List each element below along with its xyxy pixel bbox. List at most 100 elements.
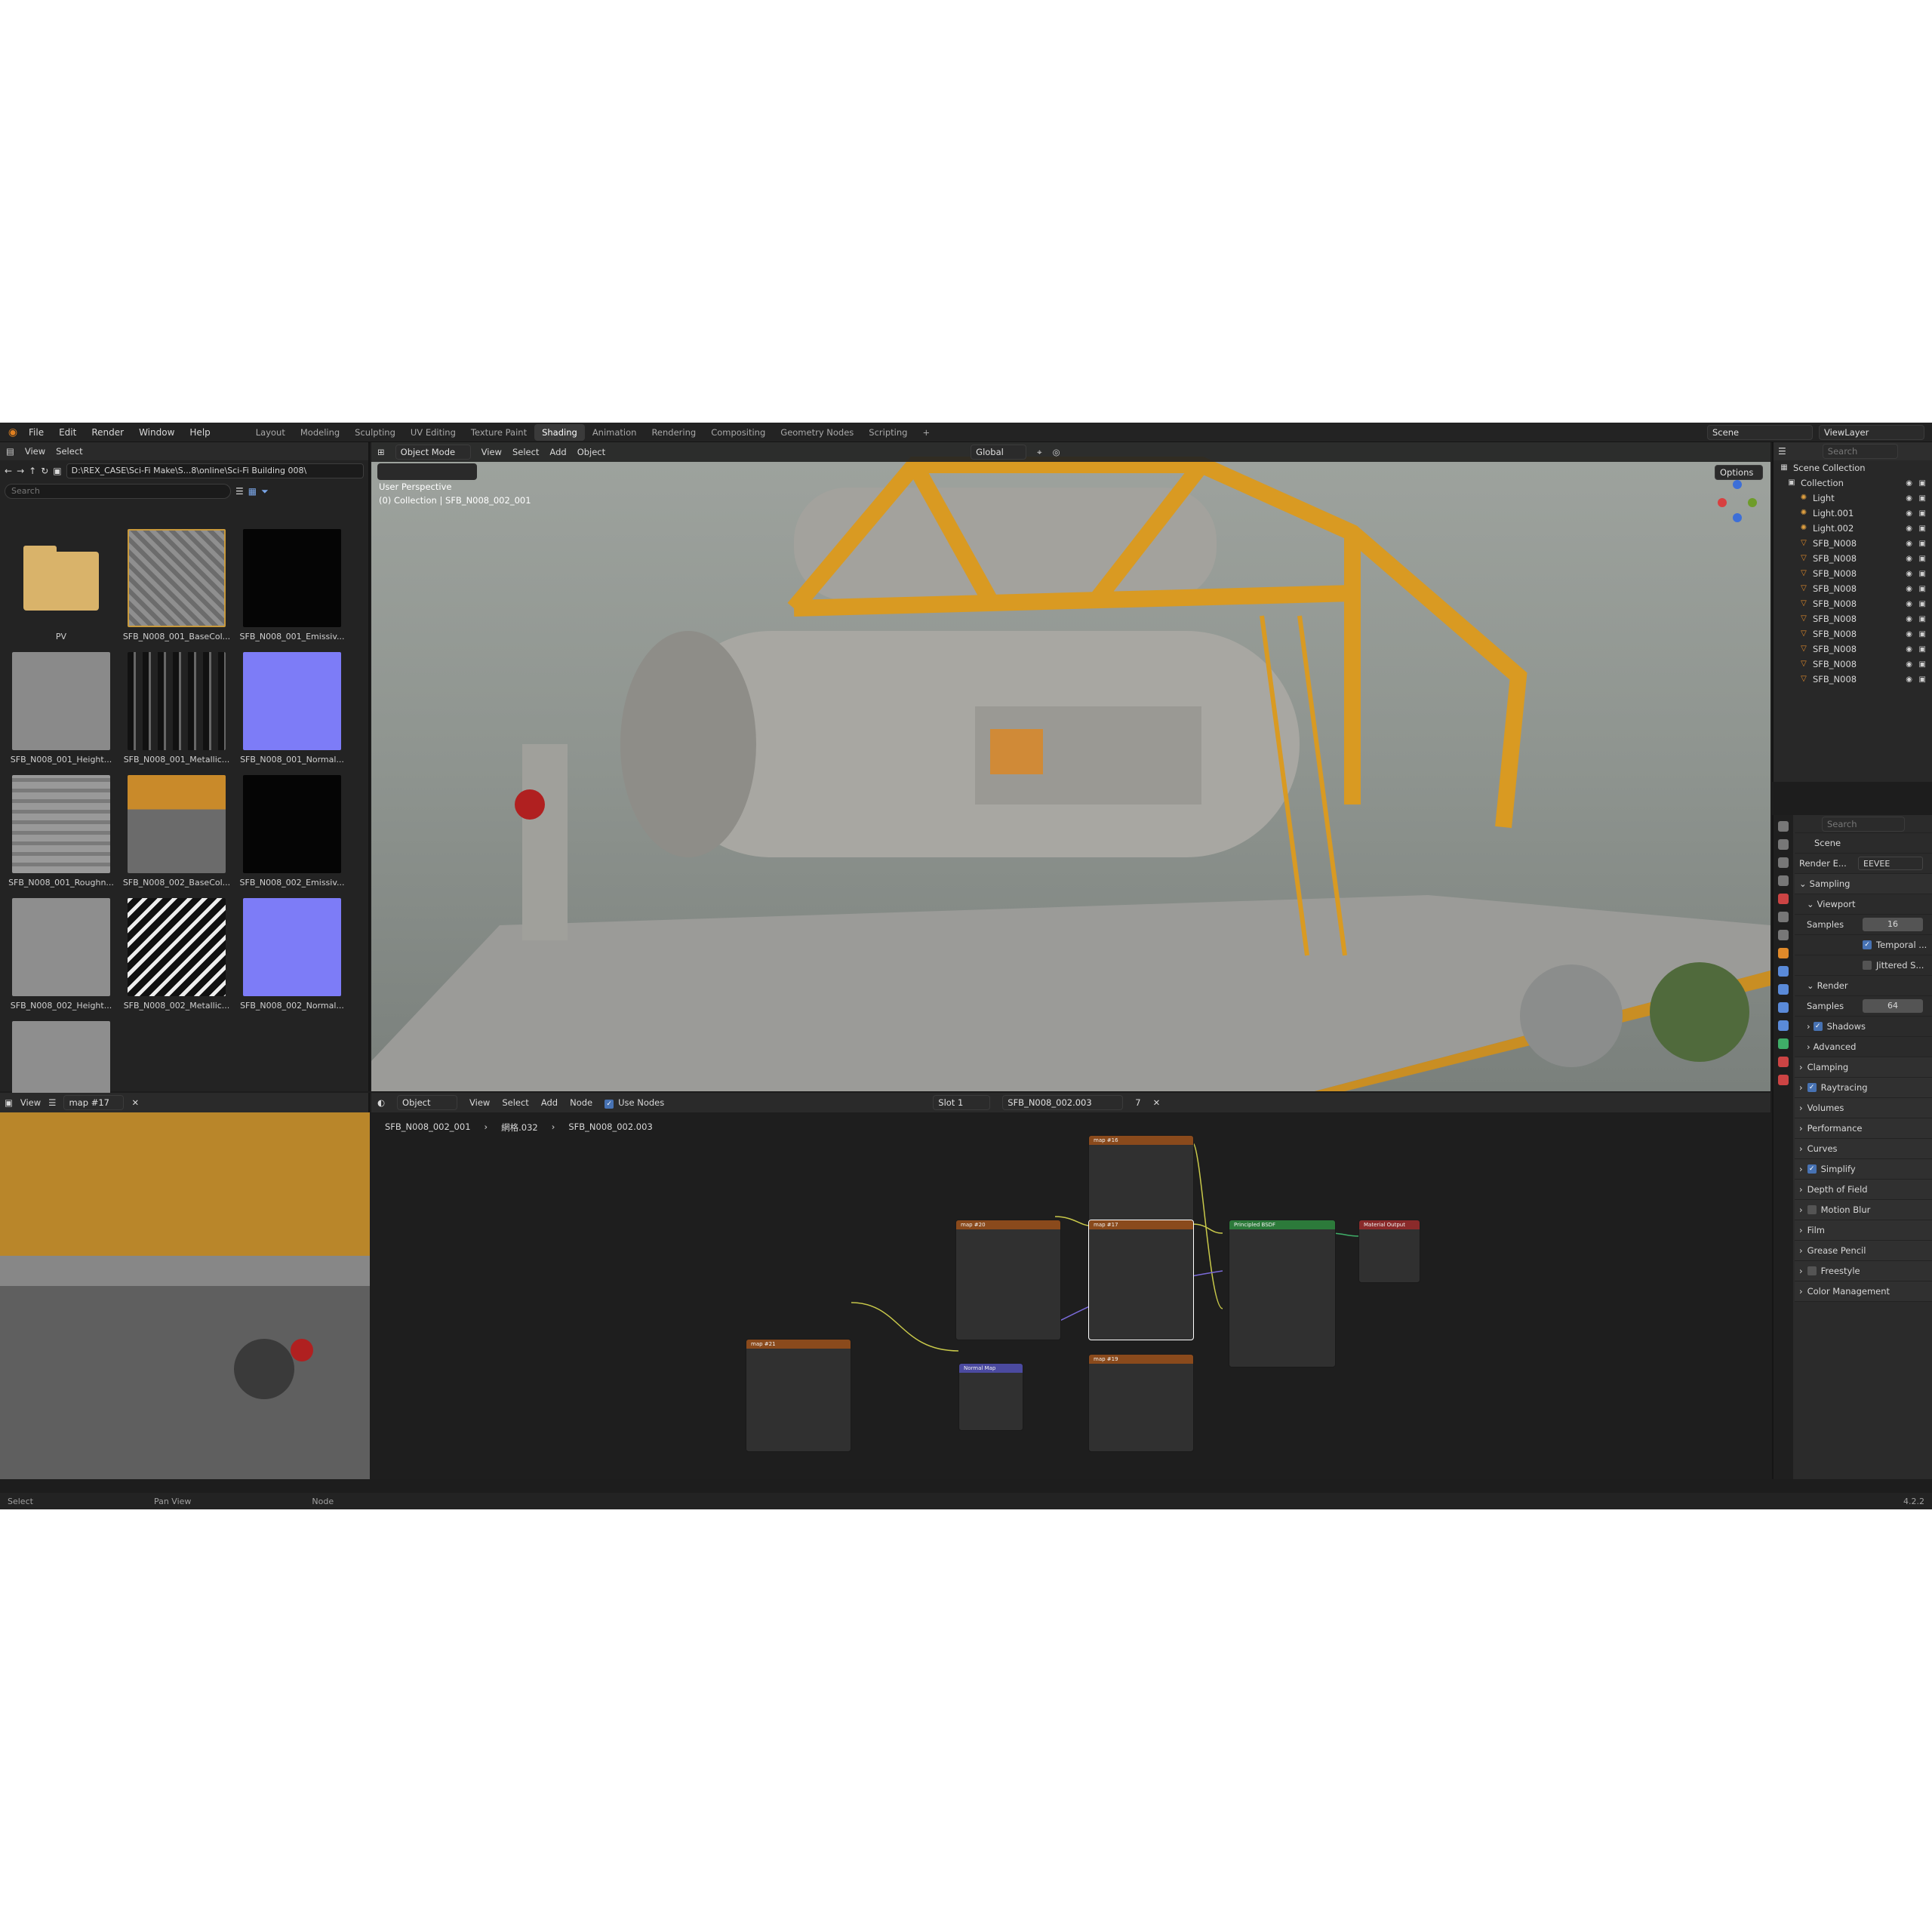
render-engine-dropdown[interactable]: EEVEE — [1858, 857, 1923, 870]
render-tab-icon[interactable] — [1778, 839, 1789, 850]
panel-raytracing[interactable]: › ✓ Raytracing — [1795, 1078, 1932, 1098]
constraints-tab-icon[interactable] — [1778, 1020, 1789, 1031]
thumbnail-view-icon[interactable]: ▦ — [248, 486, 257, 497]
menu-window[interactable]: Window — [139, 427, 174, 438]
render-camera-icon[interactable]: ▣ — [1919, 615, 1926, 623]
output-tab-icon[interactable] — [1778, 857, 1789, 868]
render-camera-icon[interactable]: ▣ — [1919, 555, 1926, 563]
outliner-row[interactable]: ▣ Collection ◉ ▣ — [1774, 475, 1932, 491]
outliner-row[interactable]: ▽ SFB_N008 ◉ ▣ — [1774, 596, 1932, 611]
image-texture-node[interactable]: map #17 — [1088, 1220, 1194, 1340]
vp-menu-select[interactable]: Select — [512, 447, 539, 457]
panel-clamping[interactable]: › Clamping — [1795, 1057, 1932, 1078]
render-camera-icon[interactable]: ▣ — [1919, 630, 1926, 638]
snap-icon[interactable]: ⌖ — [1037, 447, 1041, 458]
outliner-row[interactable]: ▽ SFB_N008 ◉ ▣ — [1774, 626, 1932, 641]
jittered-row[interactable]: Jittered S... — [1795, 955, 1932, 976]
close-icon[interactable]: ✕ — [131, 1097, 139, 1108]
ie-menu-view[interactable]: View — [20, 1097, 41, 1108]
visibility-eye-icon[interactable]: ◉ — [1906, 570, 1912, 578]
navigation-gizmo[interactable] — [1715, 480, 1760, 525]
viewport-samples-field[interactable]: 16 — [1863, 918, 1923, 931]
tab-animation[interactable]: Animation — [585, 424, 645, 441]
render-subpanel[interactable]: ⌄ Render — [1795, 976, 1932, 996]
image-texture-node[interactable]: map #20 — [955, 1220, 1061, 1340]
visibility-eye-icon[interactable]: ◉ — [1906, 645, 1912, 654]
normal-map-node[interactable]: Normal Map — [958, 1363, 1023, 1431]
file-tile[interactable]: SFB_N008_001_Metallic... — [120, 652, 233, 764]
scene-tab-icon[interactable] — [1778, 894, 1789, 904]
checkbox-on-icon[interactable]: ✓ — [1813, 1022, 1823, 1031]
world-tab-icon[interactable] — [1778, 912, 1789, 922]
visibility-eye-icon[interactable]: ◉ — [1906, 630, 1912, 638]
tab-modeling[interactable]: Modeling — [293, 424, 347, 441]
visibility-eye-icon[interactable]: ◉ — [1906, 540, 1912, 548]
slot-selector[interactable]: Slot 1 — [933, 1095, 991, 1110]
vp-menu-add[interactable]: Add — [549, 447, 566, 457]
render-camera-icon[interactable]: ▣ — [1919, 585, 1926, 593]
tab-rendering[interactable]: Rendering — [644, 424, 703, 441]
checkbox-off-icon[interactable] — [1807, 1205, 1817, 1214]
panel-depth-of-field[interactable]: › Depth of Field — [1795, 1180, 1932, 1200]
selection-mode-buttons[interactable] — [377, 463, 477, 480]
collection-tab-icon[interactable] — [1778, 930, 1789, 940]
file-tile[interactable]: SFB_N008_001_Normal... — [235, 652, 349, 764]
visibility-eye-icon[interactable]: ◉ — [1906, 555, 1912, 563]
render-camera-icon[interactable]: ▣ — [1919, 660, 1926, 669]
file-tile[interactable]: SFB_N008_002_Emissiv... — [235, 775, 349, 888]
render-camera-icon[interactable]: ▣ — [1919, 600, 1926, 608]
ne-menu-view[interactable]: View — [469, 1097, 490, 1108]
tab-texture-paint[interactable]: Texture Paint — [463, 424, 534, 441]
render-camera-icon[interactable]: ▣ — [1919, 540, 1926, 548]
visibility-eye-icon[interactable]: ◉ — [1906, 525, 1912, 533]
fb-menu-select[interactable]: Select — [56, 446, 82, 457]
shadows-subpanel[interactable]: › ✓ Shadows — [1795, 1017, 1932, 1037]
tab-shading[interactable]: Shading — [534, 423, 585, 441]
tab-compositing[interactable]: Compositing — [703, 424, 773, 441]
list-view-icon[interactable]: ☰ — [235, 486, 244, 497]
image-selector[interactable]: map #17 — [63, 1095, 125, 1110]
material-selector[interactable]: SFB_N008_002.003 — [1002, 1095, 1124, 1110]
file-tile[interactable]: SFB_N008_002_Height... — [5, 898, 118, 1011]
checkbox-off-icon[interactable] — [1807, 1266, 1817, 1275]
render-camera-icon[interactable]: ▣ — [1919, 675, 1926, 684]
scene-selector[interactable]: Scene — [1707, 425, 1813, 440]
ne-menu-add[interactable]: Add — [541, 1097, 558, 1108]
checkbox-on-icon[interactable]: ✓ — [1807, 1164, 1817, 1174]
outliner-search[interactable]: Search — [1822, 444, 1898, 459]
tab-layout[interactable]: Layout — [248, 424, 293, 441]
panel-simplify[interactable]: › ✓ Simplify — [1795, 1159, 1932, 1180]
ne-menu-select[interactable]: Select — [502, 1097, 528, 1108]
panel-grease-pencil[interactable]: › Grease Pencil — [1795, 1241, 1932, 1261]
shader-type-selector[interactable]: Object — [397, 1095, 458, 1110]
editor-type-icon[interactable]: ☰ — [1778, 446, 1786, 457]
shader-node-editor[interactable]: ◐ Object View Select Add Node ✓ Use Nodes… — [371, 1093, 1770, 1479]
fb-menu-view[interactable]: View — [25, 446, 45, 457]
back-icon[interactable]: ← — [5, 466, 12, 476]
blender-logo-icon[interactable]: ◉ — [0, 426, 26, 438]
editor-type-icon[interactable]: ▤ — [6, 446, 14, 457]
file-tile[interactable]: SFB_N008_001_Emissiv... — [235, 529, 349, 641]
filter-icon[interactable]: ⏷ — [261, 486, 269, 497]
visibility-eye-icon[interactable]: ◉ — [1906, 494, 1912, 503]
advanced-subpanel[interactable]: › Advanced — [1795, 1037, 1932, 1057]
panel-film[interactable]: › Film — [1795, 1220, 1932, 1241]
outliner-row[interactable]: ▦ Scene Collection — [1774, 460, 1932, 475]
outliner-row[interactable]: ✺ Light.002 ◉ ▣ — [1774, 521, 1932, 536]
path-field[interactable]: D:\REX_CASE\Sci-Fi Make\S...8\online\Sci… — [66, 463, 364, 478]
tab-uv-editing[interactable]: UV Editing — [403, 424, 463, 441]
data-tab-icon[interactable] — [1778, 1038, 1789, 1049]
view-layer-tab-icon[interactable] — [1778, 875, 1789, 886]
editor-type-icon[interactable]: ⊞ — [377, 447, 385, 457]
render-samples-field[interactable]: 64 — [1863, 999, 1923, 1013]
tool-tab-icon[interactable] — [1778, 821, 1789, 832]
outliner-row[interactable]: ✺ Light.001 ◉ ▣ — [1774, 506, 1932, 521]
3d-viewport[interactable]: ⊞ Object Mode View Select Add Object Glo… — [371, 442, 1770, 1091]
render-camera-icon[interactable]: ▣ — [1919, 645, 1926, 654]
new-folder-icon[interactable]: ▣ — [53, 466, 61, 476]
file-tile[interactable]: SFB_N008_002_Metallic... — [120, 898, 233, 1011]
file-tile[interactable]: SFB_N008_002_Normal... — [235, 898, 349, 1011]
proportional-edit-icon[interactable]: ◎ — [1053, 447, 1060, 457]
panel-freestyle[interactable]: › Freestyle — [1795, 1261, 1932, 1281]
forward-icon[interactable]: → — [17, 466, 24, 476]
